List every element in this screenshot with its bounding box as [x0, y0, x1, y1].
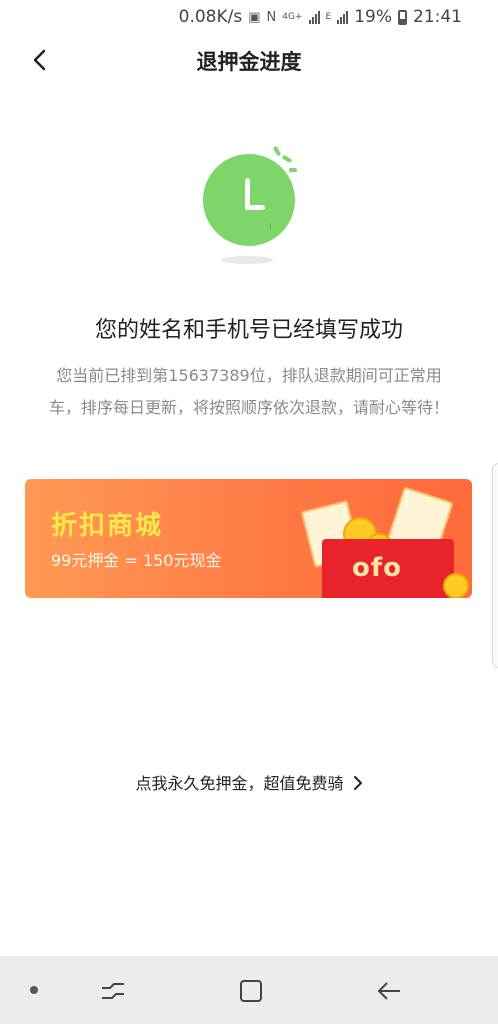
edge-panel-handle[interactable]	[492, 463, 498, 668]
alarm-ring-mark	[281, 154, 293, 164]
signal-icon-2	[337, 10, 349, 24]
battery-percent: 19%	[354, 7, 392, 27]
chevron-right-icon	[353, 776, 362, 790]
system-nav-bar	[0, 956, 498, 1024]
status-description-line: 车，排序每日更新，将按照顺序依次退款，请耐心等待！	[48, 398, 449, 417]
battery-icon	[398, 9, 407, 25]
home-icon	[240, 980, 262, 1002]
header: 退押金进度	[0, 36, 498, 84]
screen: 0.08K/s ▣ N 4G+ E 19% 21:41 退押金进度 ⁞ 您的姓名…	[0, 0, 498, 1024]
ofo-logo: ofo	[352, 553, 403, 583]
back-arrow-icon	[377, 982, 400, 1000]
net-speed: 0.08K/s	[178, 7, 243, 27]
promo-banner[interactable]: 折扣商城 99元押金 = 150元现金 ofo	[25, 479, 472, 598]
free-deposit-link[interactable]: 点我永久免押金，超值免费骑	[0, 770, 498, 794]
system-back-button[interactable]	[372, 974, 406, 1008]
alarm-ring-mark	[272, 145, 282, 157]
clock-time: 21:41	[413, 7, 462, 27]
free-deposit-label: 点我永久免押金，超值免费骑	[135, 774, 344, 793]
alarm-ring-mark	[288, 167, 298, 173]
sim-icon: ▣	[248, 9, 261, 25]
nfc-icon: N	[266, 9, 277, 25]
clock-icon: ⁞	[199, 144, 303, 268]
signal-icon	[308, 10, 320, 24]
dot-icon[interactable]	[30, 986, 38, 994]
status-description-line: 您当前已排到第15637389位，排队退款期间可正常用	[56, 366, 442, 385]
red-envelope-icon: ofo	[322, 539, 454, 598]
clock-dots: ⁞	[269, 222, 273, 231]
network-type-2: E	[325, 12, 332, 22]
page-title: 退押金进度	[196, 50, 302, 74]
status-bar: 0.08K/s ▣ N 4G+ E 19% 21:41	[0, 0, 498, 34]
status-description: 您当前已排到第15637389位，排队退款期间可正常用 车，排序每日更新，将按照…	[26, 360, 472, 424]
clock-shadow	[221, 256, 273, 264]
recent-apps-icon	[102, 983, 124, 999]
promo-title: 折扣商城	[51, 511, 164, 541]
network-type: 4G+	[282, 12, 303, 22]
home-button[interactable]	[234, 974, 268, 1008]
promo-subtitle: 99元押金 = 150元现金	[51, 551, 222, 570]
clock-minute-hand	[245, 205, 265, 210]
recent-apps-button[interactable]	[96, 974, 130, 1008]
coin-icon	[443, 573, 469, 598]
status-title: 您的姓名和手机号已经填写成功	[94, 318, 403, 343]
